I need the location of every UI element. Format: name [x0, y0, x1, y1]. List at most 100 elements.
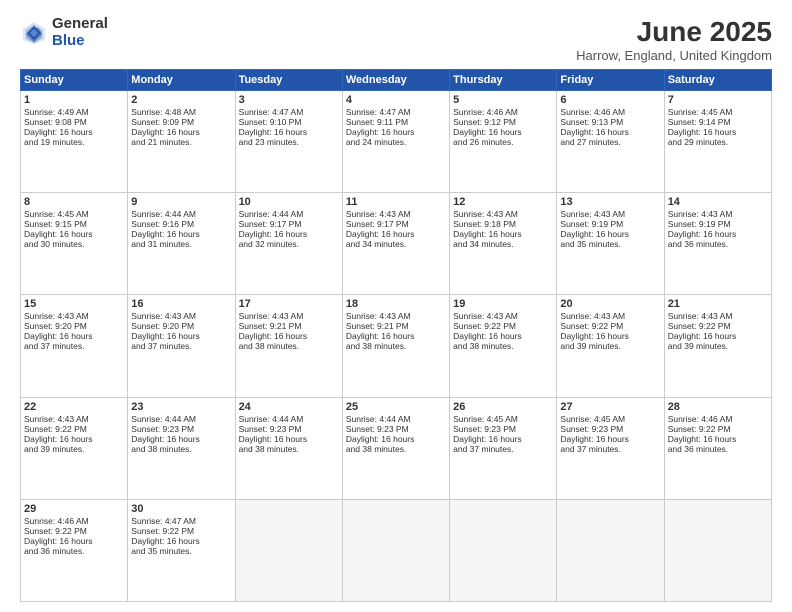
day-info-line: Sunrise: 4:44 AM: [239, 414, 339, 424]
day-number: 18: [346, 298, 446, 310]
day-info-line: Sunrise: 4:43 AM: [346, 209, 446, 219]
day-info-line: Sunrise: 4:43 AM: [24, 311, 124, 321]
calendar-cell: 21Sunrise: 4:43 AMSunset: 9:22 PMDayligh…: [664, 295, 771, 397]
day-info-line: and 26 minutes.: [453, 137, 553, 147]
day-number: 25: [346, 401, 446, 413]
day-info-line: Sunset: 9:22 PM: [668, 424, 768, 434]
calendar-cell: 30Sunrise: 4:47 AMSunset: 9:22 PMDayligh…: [128, 499, 235, 601]
day-info-line: Sunset: 9:22 PM: [24, 424, 124, 434]
day-info-line: and 37 minutes.: [131, 341, 231, 351]
day-info-line: Sunset: 9:22 PM: [131, 526, 231, 536]
day-info-line: Sunrise: 4:43 AM: [239, 311, 339, 321]
day-number: 6: [560, 94, 660, 106]
day-number: 27: [560, 401, 660, 413]
calendar-day-header: Thursday: [450, 70, 557, 91]
day-number: 8: [24, 196, 124, 208]
day-info-line: Sunset: 9:23 PM: [453, 424, 553, 434]
day-info-line: Sunrise: 4:47 AM: [131, 516, 231, 526]
calendar-week-row: 8Sunrise: 4:45 AMSunset: 9:15 PMDaylight…: [21, 193, 772, 295]
day-info-line: Daylight: 16 hours: [453, 331, 553, 341]
day-info-line: Daylight: 16 hours: [560, 331, 660, 341]
calendar-cell: 19Sunrise: 4:43 AMSunset: 9:22 PMDayligh…: [450, 295, 557, 397]
day-info-line: Sunrise: 4:46 AM: [24, 516, 124, 526]
calendar-cell: 13Sunrise: 4:43 AMSunset: 9:19 PMDayligh…: [557, 193, 664, 295]
day-info-line: and 38 minutes.: [131, 444, 231, 454]
day-info-line: and 32 minutes.: [239, 239, 339, 249]
day-info-line: Daylight: 16 hours: [131, 536, 231, 546]
calendar-cell: 2Sunrise: 4:48 AMSunset: 9:09 PMDaylight…: [128, 91, 235, 193]
logo-general: General: [52, 16, 108, 33]
calendar-cell: 15Sunrise: 4:43 AMSunset: 9:20 PMDayligh…: [21, 295, 128, 397]
day-info-line: Sunrise: 4:43 AM: [668, 311, 768, 321]
day-info-line: Sunrise: 4:43 AM: [453, 209, 553, 219]
day-info-line: and 35 minutes.: [560, 239, 660, 249]
day-info-line: Sunset: 9:22 PM: [24, 526, 124, 536]
day-info-line: Sunset: 9:16 PM: [131, 219, 231, 229]
day-number: 14: [668, 196, 768, 208]
day-info-line: Daylight: 16 hours: [668, 229, 768, 239]
day-number: 12: [453, 196, 553, 208]
calendar-cell: 18Sunrise: 4:43 AMSunset: 9:21 PMDayligh…: [342, 295, 449, 397]
day-number: 9: [131, 196, 231, 208]
day-info-line: Sunrise: 4:44 AM: [131, 209, 231, 219]
day-info-line: Daylight: 16 hours: [24, 127, 124, 137]
day-info-line: Daylight: 16 hours: [668, 434, 768, 444]
day-info-line: and 35 minutes.: [131, 546, 231, 556]
calendar-day-header: Saturday: [664, 70, 771, 91]
day-info-line: Daylight: 16 hours: [346, 331, 446, 341]
day-info-line: and 38 minutes.: [346, 444, 446, 454]
day-info-line: Sunset: 9:22 PM: [560, 321, 660, 331]
day-number: 29: [24, 503, 124, 515]
day-number: 20: [560, 298, 660, 310]
day-number: 26: [453, 401, 553, 413]
day-number: 23: [131, 401, 231, 413]
day-info-line: Sunrise: 4:45 AM: [668, 107, 768, 117]
day-info-line: Sunrise: 4:49 AM: [24, 107, 124, 117]
calendar-week-row: 15Sunrise: 4:43 AMSunset: 9:20 PMDayligh…: [21, 295, 772, 397]
calendar-cell: 1Sunrise: 4:49 AMSunset: 9:08 PMDaylight…: [21, 91, 128, 193]
calendar-day-header: Wednesday: [342, 70, 449, 91]
calendar-cell: 6Sunrise: 4:46 AMSunset: 9:13 PMDaylight…: [557, 91, 664, 193]
day-number: 5: [453, 94, 553, 106]
day-info-line: Sunrise: 4:45 AM: [24, 209, 124, 219]
calendar-cell: 14Sunrise: 4:43 AMSunset: 9:19 PMDayligh…: [664, 193, 771, 295]
day-info-line: and 24 minutes.: [346, 137, 446, 147]
header: General Blue June 2025 Harrow, England, …: [20, 16, 772, 63]
day-number: 4: [346, 94, 446, 106]
day-number: 11: [346, 196, 446, 208]
calendar-cell: [664, 499, 771, 601]
day-info-line: and 19 minutes.: [24, 137, 124, 147]
calendar-cell: 17Sunrise: 4:43 AMSunset: 9:21 PMDayligh…: [235, 295, 342, 397]
day-info-line: and 39 minutes.: [560, 341, 660, 351]
calendar-cell: 16Sunrise: 4:43 AMSunset: 9:20 PMDayligh…: [128, 295, 235, 397]
day-info-line: Sunset: 9:23 PM: [131, 424, 231, 434]
day-number: 24: [239, 401, 339, 413]
day-info-line: and 30 minutes.: [24, 239, 124, 249]
calendar-week-row: 29Sunrise: 4:46 AMSunset: 9:22 PMDayligh…: [21, 499, 772, 601]
day-info-line: and 39 minutes.: [668, 341, 768, 351]
calendar-cell: 9Sunrise: 4:44 AMSunset: 9:16 PMDaylight…: [128, 193, 235, 295]
logo-text: General Blue: [52, 16, 108, 49]
day-info-line: Daylight: 16 hours: [24, 434, 124, 444]
day-info-line: Sunrise: 4:43 AM: [131, 311, 231, 321]
day-info-line: Sunset: 9:20 PM: [131, 321, 231, 331]
day-number: 16: [131, 298, 231, 310]
day-number: 3: [239, 94, 339, 106]
calendar-day-header: Tuesday: [235, 70, 342, 91]
day-info-line: Daylight: 16 hours: [453, 229, 553, 239]
day-info-line: Sunrise: 4:44 AM: [239, 209, 339, 219]
day-info-line: Sunrise: 4:47 AM: [239, 107, 339, 117]
day-number: 13: [560, 196, 660, 208]
calendar-cell: 29Sunrise: 4:46 AMSunset: 9:22 PMDayligh…: [21, 499, 128, 601]
day-info-line: Daylight: 16 hours: [239, 434, 339, 444]
day-info-line: Sunset: 9:20 PM: [24, 321, 124, 331]
calendar-cell: 4Sunrise: 4:47 AMSunset: 9:11 PMDaylight…: [342, 91, 449, 193]
day-info-line: Sunset: 9:11 PM: [346, 117, 446, 127]
calendar: SundayMondayTuesdayWednesdayThursdayFrid…: [20, 69, 772, 602]
day-info-line: Sunrise: 4:43 AM: [668, 209, 768, 219]
day-info-line: and 29 minutes.: [668, 137, 768, 147]
day-info-line: Sunrise: 4:47 AM: [346, 107, 446, 117]
day-info-line: Daylight: 16 hours: [24, 331, 124, 341]
day-info-line: Daylight: 16 hours: [239, 127, 339, 137]
day-info-line: Sunrise: 4:46 AM: [668, 414, 768, 424]
